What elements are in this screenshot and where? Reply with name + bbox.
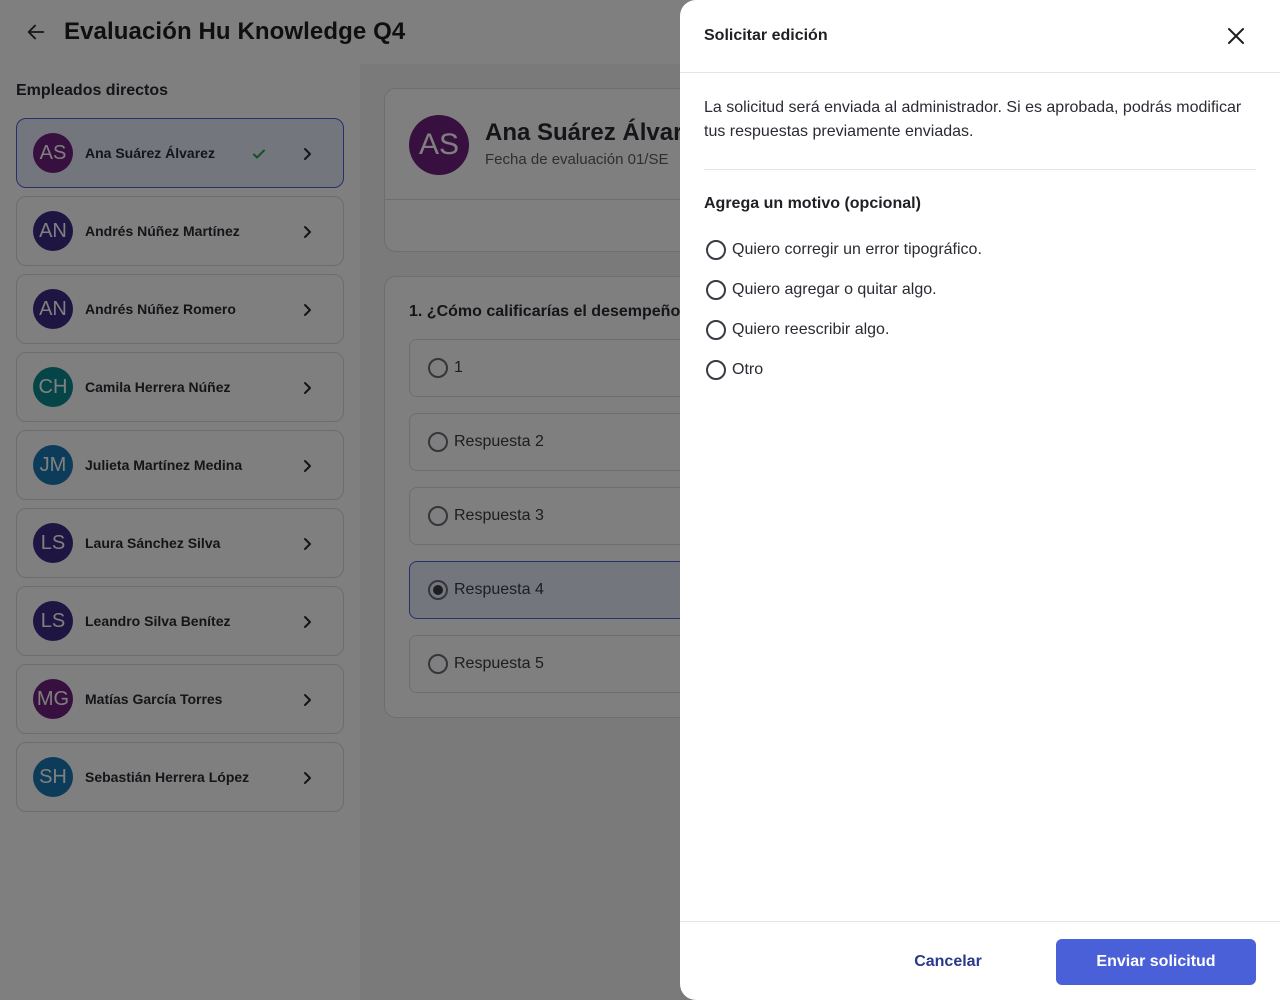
drawer-header: Solicitar edición: [680, 0, 1280, 73]
close-button[interactable]: [1223, 23, 1249, 49]
reason-option[interactable]: Otro: [704, 350, 982, 390]
reason-label: Quiero agregar o quitar algo.: [732, 281, 937, 298]
divider: [704, 169, 1256, 170]
radio-button[interactable]: [706, 360, 726, 380]
reason-option[interactable]: Quiero reescribir algo.: [704, 310, 982, 350]
submit-request-button[interactable]: Enviar solicitud: [1056, 939, 1256, 985]
cancel-button[interactable]: Cancelar: [880, 939, 1016, 985]
radio-button[interactable]: [706, 280, 726, 300]
drawer-footer: Cancelar Enviar solicitud: [680, 921, 1280, 1000]
reason-option[interactable]: Quiero agregar o quitar algo.: [704, 270, 982, 310]
reason-label: Quiero reescribir algo.: [732, 321, 890, 338]
reason-heading: Agrega un motivo (opcional): [704, 195, 921, 212]
reason-options: Quiero corregir un error tipográfico. Qui…: [704, 230, 982, 390]
drawer-description: La solicitud será enviada al administrad…: [704, 99, 1242, 140]
reason-label: Quiero corregir un error tipográfico.: [732, 241, 982, 258]
reason-option[interactable]: Quiero corregir un error tipográfico.: [704, 230, 982, 270]
radio-button[interactable]: [706, 240, 726, 260]
radio-button[interactable]: [706, 320, 726, 340]
drawer-title: Solicitar edición: [704, 27, 828, 44]
close-icon: [1228, 28, 1244, 44]
request-edit-drawer: Solicitar edición La solicitud será envi…: [680, 0, 1280, 1000]
reason-label: Otro: [732, 361, 764, 378]
